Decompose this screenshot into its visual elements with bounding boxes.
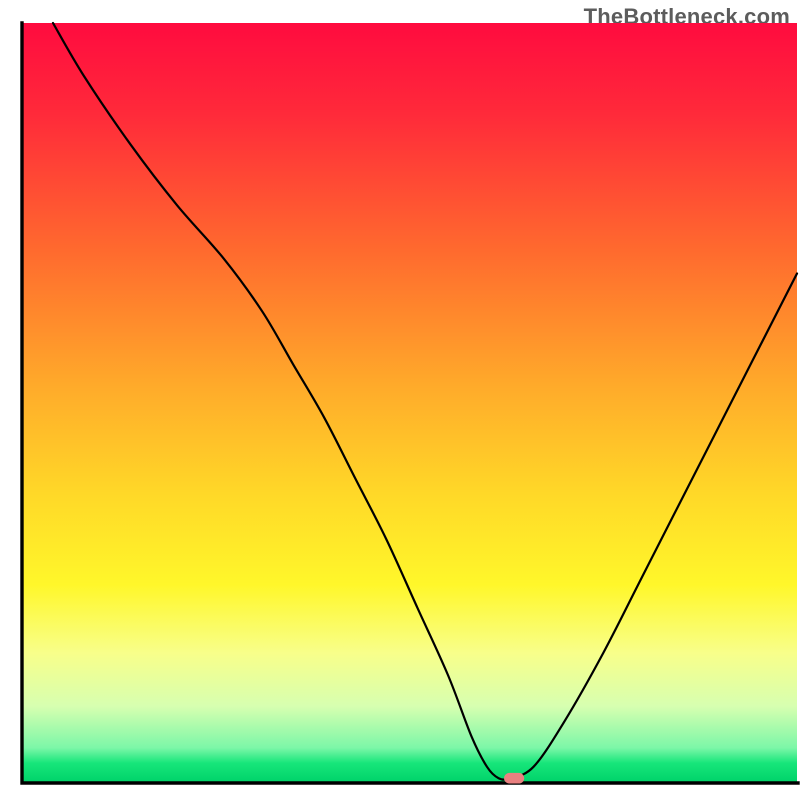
bottleneck-chart: [0, 0, 800, 800]
chart-container: TheBottleneck.com: [0, 0, 800, 800]
optimal-marker: [504, 773, 524, 784]
plot-background: [22, 23, 797, 782]
